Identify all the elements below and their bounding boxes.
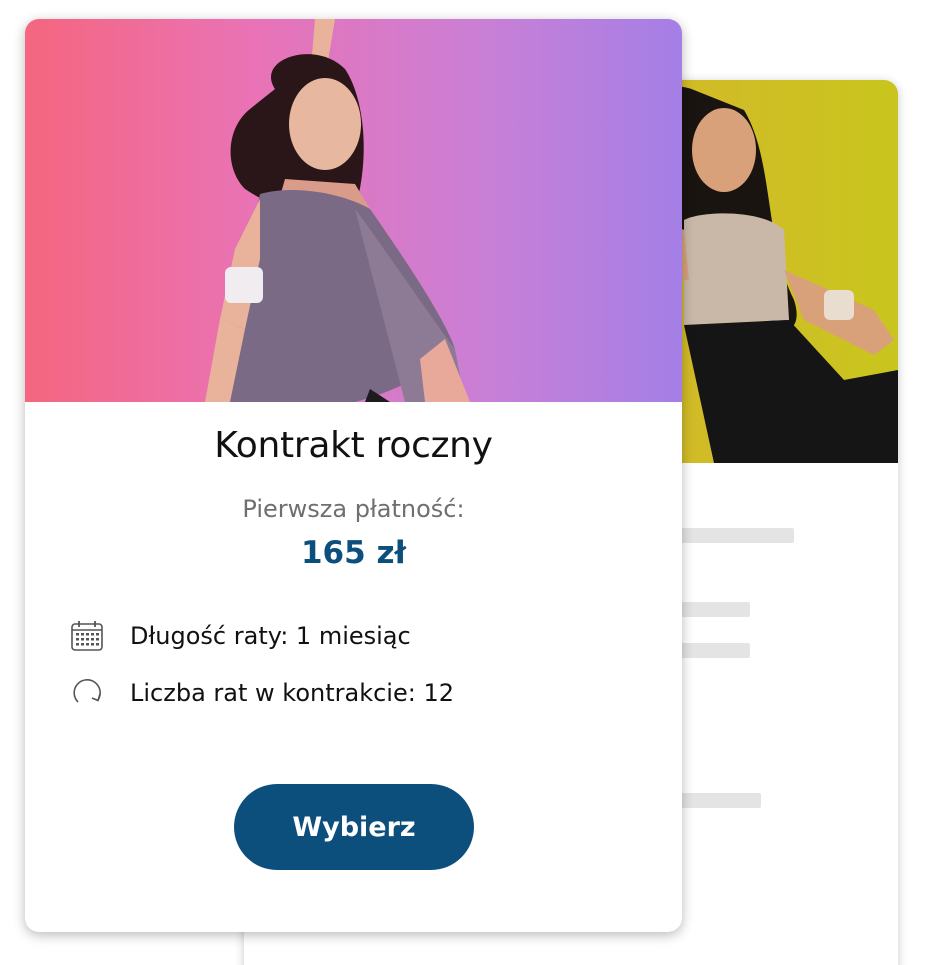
- select-plan-button[interactable]: Wybierz: [234, 784, 474, 870]
- first-payment-price: 165 zł: [300, 535, 407, 571]
- dancer-illustration-pink: [205, 19, 470, 402]
- feature-installment-count-text: Liczba rat w kontrakcie: 12: [130, 679, 454, 707]
- first-payment-label: Pierwsza płatność:: [242, 495, 465, 523]
- feature-installment-length: Długość raty: 1 miesiąc: [69, 619, 411, 653]
- plan-carousel: Kontrakt roczny Pierwsza płatność: 165 z…: [0, 0, 942, 965]
- feature-installment-length-text: Długość raty: 1 miesiąc: [130, 622, 411, 650]
- plan-photo: [25, 19, 682, 402]
- plan-card: Kontrakt roczny Pierwsza płatność: 165 z…: [25, 19, 682, 932]
- feature-installment-count: Liczba rat w kontrakcie: 12: [69, 676, 454, 710]
- calendar-icon: [69, 619, 105, 653]
- plan-title: Kontrakt roczny: [214, 425, 493, 466]
- renew-icon: [69, 676, 105, 710]
